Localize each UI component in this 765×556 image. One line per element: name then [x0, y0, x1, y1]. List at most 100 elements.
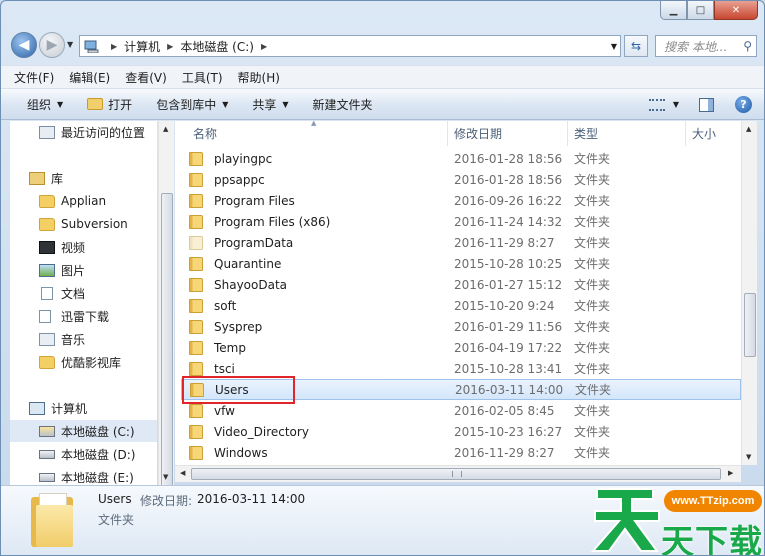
breadcrumb-separator[interactable]: ▶	[111, 42, 117, 51]
refresh-button[interactable]: ⇆	[624, 35, 648, 57]
nav-label: 音乐	[61, 332, 86, 347]
address-bar[interactable]: ▶ 计算机 ▶ 本地磁盘 (C:) ▶ ▼	[79, 35, 621, 57]
file-row[interactable]: playingpc 2016-01-28 18:56 文件夹	[181, 148, 741, 169]
scroll-down-icon[interactable]: ▼	[163, 473, 168, 481]
nav-drive-c[interactable]: 本地磁盘 (C:)	[10, 420, 157, 442]
menu-edit[interactable]: 编辑(E)	[69, 69, 110, 86]
file-date: 2015-10-28 10:25	[454, 256, 563, 271]
search-input[interactable]: 搜索 本地... ⚲	[655, 35, 757, 57]
nav-scroll-thumb[interactable]	[161, 193, 173, 503]
include-in-library-button[interactable]: 包含到库中 ▼	[156, 96, 228, 113]
column-header-size[interactable]: 大小	[686, 121, 741, 146]
close-button[interactable]: ✕	[714, 1, 758, 20]
menu-file[interactable]: 文件(F)	[14, 69, 54, 86]
address-history-dropdown[interactable]: ▼	[611, 42, 617, 51]
file-row[interactable]: Quarantine 2015-10-28 10:25 文件夹	[181, 253, 741, 274]
share-button[interactable]: 共享 ▼	[252, 96, 288, 113]
nav-lib-thunder-downloads[interactable]: 迅雷下载	[10, 305, 157, 327]
file-name-cell: Windows	[189, 445, 268, 460]
nav-libraries[interactable]: 库	[10, 167, 157, 189]
file-date: 2016-01-28 18:56	[454, 151, 563, 166]
file-row[interactable]: Program Files (x86) 2016-11-24 14:32 文件夹	[181, 211, 741, 232]
file-name: Video_Directory	[214, 424, 309, 439]
nav-lib-applian[interactable]: Applian	[10, 190, 157, 212]
nav-drive-d[interactable]: 本地磁盘 (D:)	[10, 443, 157, 465]
file-type: 文件夹	[574, 194, 611, 208]
menu-help[interactable]: 帮助(H)	[238, 69, 280, 86]
preview-pane-icon[interactable]	[699, 97, 714, 112]
address-row: ◀ ▶ ▼ ▶ 计算机 ▶ 本地磁盘 (C:) ▶ ▼ ⇆ 搜索 本地... ⚲	[1, 29, 764, 63]
breadcrumb-drive-c[interactable]: 本地磁盘 (C:)	[180, 38, 254, 55]
file-row[interactable]: Sysprep 2016-01-29 11:56 文件夹	[181, 316, 741, 337]
file-list: ▲ 名称 修改日期 类型 大小 playingpc 2016-01-28 18:5…	[175, 121, 741, 465]
nav-lib-youku[interactable]: 优酷影视库	[10, 351, 157, 373]
nav-label: 本地磁盘 (E:)	[61, 470, 134, 485]
nav-recent-places[interactable]: 最近访问的位置	[10, 121, 157, 143]
file-date: 2015-10-20 9:24	[454, 298, 555, 313]
recent-pages-dropdown[interactable]: ▼	[67, 40, 73, 49]
help-icon[interactable]: ?	[735, 96, 752, 113]
organize-button[interactable]: 组织 ▼	[27, 96, 63, 113]
file-type: 文件夹	[574, 152, 611, 166]
nav-lib-documents[interactable]: 文档	[10, 282, 157, 304]
file-row[interactable]: Temp 2016-04-19 17:22 文件夹	[181, 337, 741, 358]
file-list-vscrollbar[interactable]: ▲ ▼	[741, 121, 757, 465]
breadcrumb-computer[interactable]: 计算机	[124, 38, 160, 55]
view-options-icon[interactable]	[648, 98, 665, 111]
breadcrumb-separator[interactable]: ▶	[167, 42, 173, 51]
scroll-down-icon[interactable]: ▼	[746, 453, 751, 461]
nav-label: 文档	[61, 286, 86, 301]
file-name-cell: playingpc	[189, 151, 273, 166]
file-name-cell: ppsappc	[189, 172, 265, 187]
folder-icon	[189, 445, 203, 460]
nav-drive-e[interactable]: 本地磁盘 (E:)	[10, 466, 157, 485]
open-button[interactable]: 打开	[87, 96, 132, 113]
file-name: playingpc	[214, 151, 273, 166]
music-library-icon	[39, 332, 55, 346]
back-button[interactable]: ◀	[11, 32, 37, 58]
menu-tools[interactable]: 工具(T)	[182, 69, 223, 86]
folder-icon	[39, 217, 55, 231]
file-row[interactable]: ProgramData 2016-11-29 8:27 文件夹	[181, 232, 741, 253]
column-header-type[interactable]: 类型	[568, 121, 686, 146]
forward-button[interactable]: ▶	[39, 32, 65, 58]
details-date-label: 修改日期:	[140, 494, 193, 508]
scroll-right-icon[interactable]: ▶	[728, 469, 733, 477]
column-header-name[interactable]: 名称	[175, 121, 448, 146]
maximize-button[interactable]: □	[687, 1, 714, 20]
nav-computer[interactable]: 计算机	[10, 397, 157, 419]
file-row[interactable]: ppsappc 2016-01-28 18:56 文件夹	[181, 169, 741, 190]
scroll-up-icon[interactable]: ▲	[746, 125, 751, 133]
file-name: Program Files (x86)	[214, 214, 331, 229]
nav-lib-subversion[interactable]: Subversion	[10, 213, 157, 235]
file-date: 2016-01-28 18:56	[454, 172, 563, 187]
nav-lib-pictures[interactable]: 图片	[10, 259, 157, 281]
file-row[interactable]: Windows 2016-11-29 8:27 文件夹	[181, 442, 741, 463]
view-dropdown-icon[interactable]: ▼	[673, 100, 679, 109]
watermark-url: www.TTzip.com	[664, 490, 762, 512]
open-label: 打开	[108, 97, 133, 112]
file-list-vscroll-thumb[interactable]	[744, 293, 756, 357]
chevron-down-icon: ▼	[57, 99, 64, 109]
search-icon[interactable]: ⚲	[743, 39, 752, 53]
menu-view[interactable]: 查看(V)	[125, 69, 167, 86]
file-row[interactable]: Program Files 2016-09-26 16:22 文件夹	[181, 190, 741, 211]
column-header-date[interactable]: 修改日期	[448, 121, 568, 146]
scroll-left-icon[interactable]: ◀	[180, 469, 185, 477]
file-row[interactable]: Video_Directory 2015-10-23 16:27 文件夹	[181, 421, 741, 442]
breadcrumb-separator[interactable]: ▶	[261, 42, 267, 51]
nav-label: 图片	[61, 263, 86, 278]
file-name: soft	[214, 298, 237, 313]
menu-bar: 文件(F) 编辑(E) 查看(V) 工具(T) 帮助(H)	[1, 65, 764, 89]
file-row[interactable]: soft 2015-10-20 9:24 文件夹	[181, 295, 741, 316]
file-row[interactable]: ShayooData 2016-01-27 15:12 文件夹	[181, 274, 741, 295]
file-date: 2016-01-27 15:12	[454, 277, 563, 292]
new-folder-button[interactable]: 新建文件夹	[313, 96, 373, 113]
file-date: 2016-04-19 17:22	[454, 340, 563, 355]
minimize-button[interactable]: ▁	[660, 1, 687, 20]
nav-label: Subversion	[61, 217, 128, 231]
nav-lib-videos[interactable]: 视频	[10, 236, 157, 258]
nav-lib-music[interactable]: 音乐	[10, 328, 157, 350]
scroll-up-icon[interactable]: ▲	[163, 125, 168, 133]
nav-pane-scrollbar[interactable]: ▲ ▼	[158, 121, 174, 503]
